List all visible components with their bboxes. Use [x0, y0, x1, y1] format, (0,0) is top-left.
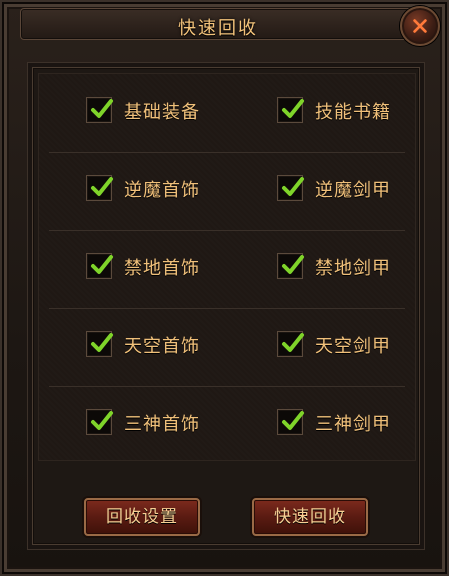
option-label: 三神首饰 [124, 414, 200, 435]
option-label: 天空剑甲 [315, 336, 391, 357]
option-row: 基础装备 技能书籍 [49, 74, 405, 153]
close-button[interactable] [400, 6, 440, 46]
option-label: 技能书籍 [315, 102, 391, 123]
checkbox[interactable] [277, 253, 304, 279]
quick-recycle-window: 快速回收 基础装备 技能书籍 逆魔首饰 逆魔剑甲 禁地首饰 禁地剑甲 天空首饰 … [0, 0, 449, 576]
option-label: 天空首饰 [124, 336, 200, 357]
checkmark-icon [282, 99, 304, 118]
option-label: 三神剑甲 [315, 414, 391, 435]
title-bar[interactable]: 快速回收 [20, 8, 416, 40]
checkmark-icon [91, 333, 113, 352]
checkbox[interactable] [277, 409, 304, 435]
option-row: 三神首饰 三神剑甲 [49, 386, 405, 464]
checkbox[interactable] [277, 97, 304, 123]
window-title: 快速回收 [178, 18, 258, 39]
checkbox[interactable] [86, 331, 113, 357]
checkmark-icon [282, 255, 304, 274]
checkbox[interactable] [277, 331, 304, 357]
checkbox[interactable] [86, 175, 113, 201]
option-row: 逆魔首饰 逆魔剑甲 [49, 152, 405, 231]
recycle-settings-button[interactable]: 回收设置 [84, 498, 200, 536]
option-row: 天空首饰 天空剑甲 [49, 308, 405, 387]
checkmark-icon [282, 333, 304, 352]
options-grid: 基础装备 技能书籍 逆魔首饰 逆魔剑甲 禁地首饰 禁地剑甲 天空首饰 天空剑甲 … [38, 73, 416, 461]
checkmark-icon [282, 411, 304, 430]
option-label: 逆魔剑甲 [315, 180, 391, 201]
option-label: 禁地首饰 [124, 258, 200, 279]
checkmark-icon [91, 255, 113, 274]
checkmark-icon [91, 177, 113, 196]
checkbox[interactable] [277, 175, 304, 201]
checkmark-icon [91, 99, 113, 118]
checkmark-icon [282, 177, 304, 196]
options-panel: 基础装备 技能书籍 逆魔首饰 逆魔剑甲 禁地首饰 禁地剑甲 天空首饰 天空剑甲 … [27, 62, 425, 550]
checkbox[interactable] [86, 409, 113, 435]
option-label: 逆魔首饰 [124, 180, 200, 201]
close-icon [413, 19, 427, 33]
option-label: 基础装备 [124, 102, 200, 123]
quick-recycle-button[interactable]: 快速回收 [252, 498, 368, 536]
checkmark-icon [91, 411, 113, 430]
option-label: 禁地剑甲 [315, 258, 391, 279]
checkbox[interactable] [86, 253, 113, 279]
checkbox[interactable] [86, 97, 113, 123]
option-row: 禁地首饰 禁地剑甲 [49, 230, 405, 309]
